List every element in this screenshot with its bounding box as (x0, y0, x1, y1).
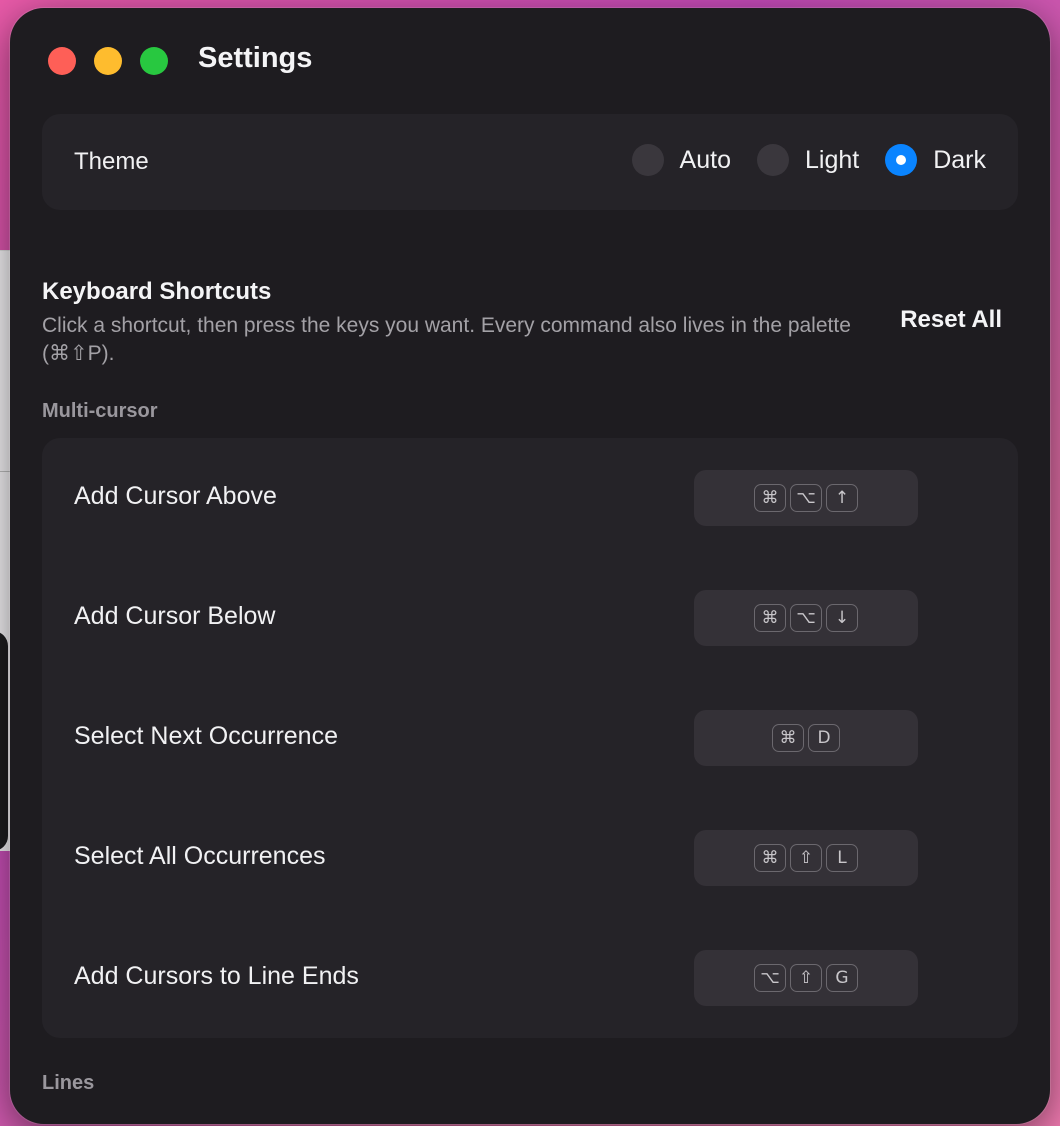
shortcut-row: Add Cursors to Line Ends ⌥ ⇧ G (42, 918, 1018, 1038)
key-cap: ↓ (826, 604, 858, 632)
key-cap: L (826, 844, 858, 872)
theme-option-label: Dark (933, 145, 986, 174)
shortcut-recorder-field[interactable]: ⌘ ⌥ ↑ (694, 470, 918, 526)
minimize-window-button[interactable] (94, 47, 122, 75)
key-cap: ⌥ (790, 484, 822, 512)
shortcut-recorder-field[interactable]: ⌘ ⇧ L (694, 830, 918, 886)
window-title: Settings (198, 42, 313, 74)
close-window-button[interactable] (48, 47, 76, 75)
theme-option-label: Auto (679, 145, 731, 174)
radio-button-light[interactable] (756, 144, 789, 176)
keyboard-shortcuts-description: Click a shortcut, then press the keys yo… (42, 314, 851, 365)
shortcut-name: Add Cursors to Line Ends (74, 962, 359, 990)
theme-option-dark[interactable]: Dark (885, 144, 986, 176)
key-cap: ⌘ (754, 844, 786, 872)
key-cap: ⇧ (790, 964, 822, 992)
shortcut-recorder-field[interactable]: ⌥ ⇧ G (694, 950, 918, 1006)
key-cap: D (808, 724, 840, 752)
key-cap: ⌥ (754, 964, 786, 992)
keyboard-shortcuts-heading: Keyboard Shortcuts (42, 278, 272, 305)
key-cap: ↑ (826, 484, 858, 512)
key-cap: ⌥ (790, 604, 822, 632)
section-label-lines: Lines (42, 1072, 95, 1094)
shortcut-recorder-field[interactable]: ⌘ ⌥ ↓ (694, 590, 918, 646)
key-cap: ⌘ (754, 604, 786, 632)
key-cap: ⌘ (772, 724, 804, 752)
section-label-multi-cursor: Multi-cursor (42, 400, 158, 422)
shortcut-row: Add Cursor Above ⌘ ⌥ ↑ (42, 438, 1018, 558)
shortcut-name: Select All Occurrences (74, 842, 326, 870)
multi-cursor-shortcuts-card: Add Cursor Above ⌘ ⌥ ↑ Add Cursor Below ⌘ ⌥ ↓ Se… (42, 438, 1018, 1038)
shortcut-name: Add Cursor Below (74, 602, 276, 630)
theme-option-label: Light (804, 145, 860, 174)
theme-option-auto[interactable]: Auto (631, 144, 731, 176)
shortcut-name: Select Next Occurrence (74, 722, 338, 750)
shortcut-row: Select All Occurrences ⌘ ⇧ L (42, 798, 1018, 918)
reset-all-button[interactable]: Reset All (900, 306, 1002, 334)
radio-button-auto[interactable] (631, 144, 664, 176)
theme-card: Theme Auto Light Dark (42, 114, 1018, 210)
shortcut-name: Add Cursor Above (74, 482, 277, 510)
key-cap: ⇧ (790, 844, 822, 872)
settings-window: Settings Theme Auto Light Dark Keyboard … (10, 8, 1050, 1124)
shortcut-row: Select Next Occurrence ⌘ D (42, 678, 1018, 798)
shortcut-row: Add Cursor Below ⌘ ⌥ ↓ (42, 558, 1018, 678)
radio-button-dark[interactable] (885, 144, 918, 176)
theme-radio-group: Auto Light Dark (606, 144, 986, 176)
shortcut-recorder-field[interactable]: ⌘ D (694, 710, 918, 766)
background-shape (0, 631, 8, 851)
window-controls (48, 47, 168, 75)
theme-label: Theme (74, 148, 149, 175)
zoom-window-button[interactable] (140, 47, 168, 75)
key-cap: G (826, 964, 858, 992)
key-cap: ⌘ (754, 484, 786, 512)
theme-option-light[interactable]: Light (756, 144, 860, 176)
